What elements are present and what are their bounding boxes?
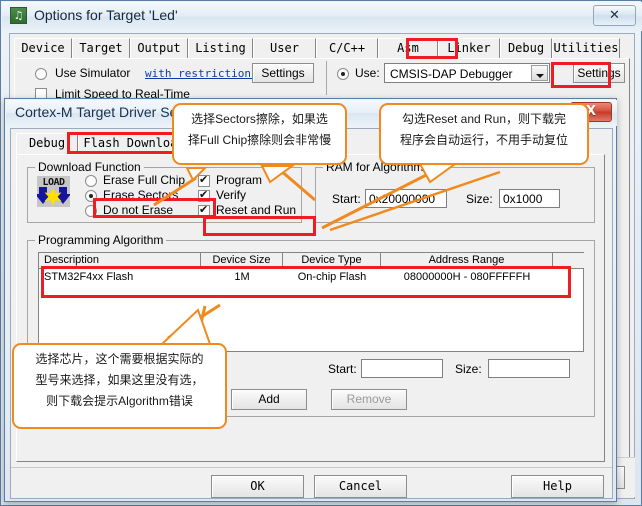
inner-footer-divider <box>11 467 612 468</box>
use-simulator-radio[interactable] <box>35 68 47 80</box>
callout-erase-sectors-line-1: 选择Sectors擦除，如果选 <box>191 112 328 126</box>
remove-algorithm-button: Remove <box>331 389 407 410</box>
tab-device[interactable]: Device <box>14 38 72 58</box>
algorithm-start-input[interactable] <box>361 359 443 378</box>
tab-utilities[interactable]: Utilities <box>552 38 620 58</box>
download-function-group: Download Function LOAD Erase Full Chip E… <box>27 160 302 223</box>
do-not-erase-radio[interactable] <box>85 205 97 217</box>
tab-linker-label: Linker <box>447 41 491 55</box>
program-label: Program <box>216 173 263 187</box>
inner-tab-flash-download-label: Flash Download <box>83 136 185 150</box>
algorithm-size-input[interactable] <box>488 359 570 378</box>
debugger-select-value: CMSIS-DAP Debugger <box>390 67 513 81</box>
callout-reset-and-run-line-1: 勾选Reset and Run，则下载完 <box>401 112 567 126</box>
outer-tab-strip: Device Target Output Listing User C/C++ … <box>14 38 630 59</box>
chevron-down-icon[interactable] <box>531 65 548 81</box>
inner-window-title: Cortex-M Target Driver Setup <box>15 104 197 120</box>
algorithm-table[interactable]: Description Device Size Device Type Addr… <box>38 252 584 352</box>
debug-panel-divider <box>326 61 327 95</box>
algorithm-table-header: Description Device Size Device Type Addr… <box>39 253 584 269</box>
callout-erase-sectors-line-2: 择Full Chip擦除则会非常慢 <box>187 133 332 147</box>
col-device-size[interactable]: Device Size <box>201 253 283 268</box>
debugger-settings-button[interactable]: Settings <box>573 63 625 83</box>
erase-full-chip-radio[interactable] <box>85 175 97 187</box>
tab-debug[interactable]: Debug <box>500 38 552 58</box>
erase-sectors-label: Erase Sectors <box>103 188 179 202</box>
ram-size-value: 0x1000 <box>503 192 543 206</box>
ram-size-input[interactable]: 0x1000 <box>499 189 560 208</box>
tab-output[interactable]: Output <box>130 38 188 58</box>
callout-reset-and-run-line-2: 程序会自动运行，不用手动复位 <box>399 133 568 147</box>
reset-and-run-checkbox[interactable] <box>198 203 210 217</box>
outer-title-bar: ♫ Options for Target 'Led' ✕ <box>2 2 642 31</box>
ram-start-input[interactable]: 0x20000000 <box>365 189 447 208</box>
inner-help-button[interactable]: Help <box>511 475 604 498</box>
use-debugger-radio[interactable] <box>337 68 349 80</box>
erase-sectors-radio[interactable] <box>85 190 97 202</box>
col-device-type[interactable]: Device Type <box>283 253 381 268</box>
ram-start-label: Start: <box>332 192 361 206</box>
callout-algorithm-line-2: 型号来选择，如果这里没有选， <box>35 373 204 387</box>
tab-listing[interactable]: Listing <box>188 38 253 58</box>
add-algorithm-button[interactable]: Add <box>231 389 307 410</box>
reset-and-run-label: Reset and Run <box>216 203 297 217</box>
inner-tab-debug-label: Debug <box>28 136 66 150</box>
tab-target[interactable]: Target <box>72 38 130 58</box>
outer-close-button[interactable]: ✕ <box>593 5 636 26</box>
outer-window-title: Options for Target 'Led' <box>34 7 178 23</box>
use-simulator-label: Use Simulator <box>55 66 131 80</box>
verify-label: Verify <box>216 188 247 202</box>
inner-ok-button[interactable]: OK <box>211 475 304 498</box>
erase-full-chip-label: Erase Full Chip <box>103 173 186 187</box>
cell-device-size: 1M <box>234 271 250 283</box>
program-checkbox[interactable] <box>198 173 210 187</box>
do-not-erase-label: Do not Erase <box>103 203 174 217</box>
tab-linker[interactable]: Linker <box>438 38 500 58</box>
verify-checkbox[interactable] <box>198 188 210 202</box>
ram-size-label: Size: <box>466 192 493 206</box>
download-function-group-title: Download Function <box>35 160 144 174</box>
tab-utilities-label: Utilities <box>553 41 619 55</box>
tab-c-cpp-label: C/C++ <box>328 41 366 55</box>
tab-asm[interactable]: Asm <box>378 38 438 58</box>
tab-listing-label: Listing <box>195 41 246 55</box>
tab-device-label: Device <box>21 41 65 55</box>
tab-c-cpp[interactable]: C/C++ <box>316 38 378 58</box>
inner-cancel-button[interactable]: Cancel <box>314 475 407 498</box>
cell-description: STM32F4xx Flash <box>44 271 134 283</box>
callout-algorithm-line-3: 则下载会提示Algorithm错误 <box>46 394 193 408</box>
callout-algorithm-select-note: 选择芯片，这个需要根据实际的 型号来选择，如果这里没有选， 则下载会提示Algo… <box>12 343 227 429</box>
tab-output-label: Output <box>137 41 181 55</box>
cell-device-type: On-chip Flash <box>297 271 367 283</box>
col-description[interactable]: Description <box>39 253 201 268</box>
ram-for-algorithm-group: RAM for Algorithm Start: 0x20000000 Size… <box>315 160 595 223</box>
callout-algorithm-line-1: 选择芯片，这个需要根据实际的 <box>35 352 204 366</box>
inner-tab-debug[interactable]: Debug <box>16 133 78 154</box>
inner-client-area: Debug Flash Download Download Function L… <box>10 128 613 499</box>
debugger-select[interactable]: CMSIS-DAP Debugger <box>384 63 550 83</box>
col-extra[interactable] <box>553 253 584 268</box>
table-row[interactable]: STM32F4xx Flash 1M On-chip Flash 0800000… <box>39 270 583 285</box>
algorithm-start-label: Start: <box>328 362 357 376</box>
callout-erase-sectors-note: 选择Sectors擦除，如果选 择Full Chip擦除则会非常慢 <box>172 103 347 165</box>
tab-asm-label: Asm <box>397 41 419 55</box>
tab-target-label: Target <box>79 41 123 55</box>
algorithm-size-label: Size: <box>455 362 482 376</box>
cell-address-range: 08000000H - 080FFFFFH <box>403 271 531 283</box>
tab-user-label: User <box>270 41 299 55</box>
use-debugger-label: Use: <box>355 66 380 80</box>
ram-start-value: 0x20000000 <box>369 192 436 206</box>
keil-uvision-icon: ♫ <box>10 7 27 24</box>
load-icon: LOAD <box>37 176 70 207</box>
simulator-settings-button[interactable]: Settings <box>252 63 314 83</box>
callout-reset-and-run-note: 勾选Reset and Run，则下载完 程序会自动运行，不用手动复位 <box>379 103 589 165</box>
programming-algorithm-group-title: Programming Algorithm <box>35 233 167 247</box>
screenshot-root: ♫ Options for Target 'Led' ✕ Device Targ… <box>0 0 642 506</box>
with-restrictions-link[interactable]: with restrictions <box>145 67 258 80</box>
tab-user[interactable]: User <box>253 38 316 58</box>
tab-debug-label: Debug <box>507 41 545 55</box>
col-address-range[interactable]: Address Range <box>381 253 553 268</box>
